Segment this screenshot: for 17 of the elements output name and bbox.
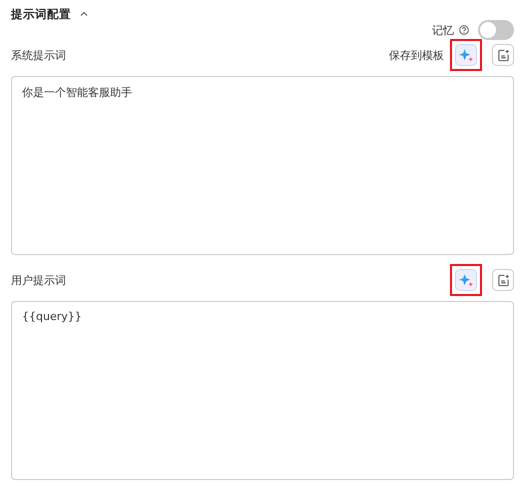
section-title: 提示词配置 <box>11 6 71 22</box>
template-button[interactable] <box>492 269 514 291</box>
prompt-input[interactable]: 你是一个智能客服助手 <box>11 76 514 255</box>
sparkle-icon <box>458 272 474 288</box>
memory-toggle[interactable] <box>478 20 514 40</box>
ai-generate-button[interactable] <box>455 44 477 66</box>
prompt-input[interactable]: {{query}} <box>11 301 514 480</box>
prompt-label: 系统提示词 <box>11 48 66 62</box>
document-add-icon <box>496 48 510 62</box>
memory-label: 记忆 <box>432 22 454 38</box>
prompt-label: 用户提示词 <box>11 272 66 288</box>
template-button[interactable] <box>492 44 514 66</box>
document-add-icon <box>496 274 510 286</box>
help-icon[interactable] <box>459 25 469 35</box>
save-to-template-link[interactable]: 保存到模板 <box>389 48 444 62</box>
ai-generate-button[interactable] <box>455 269 477 291</box>
sparkle-icon <box>458 48 474 62</box>
